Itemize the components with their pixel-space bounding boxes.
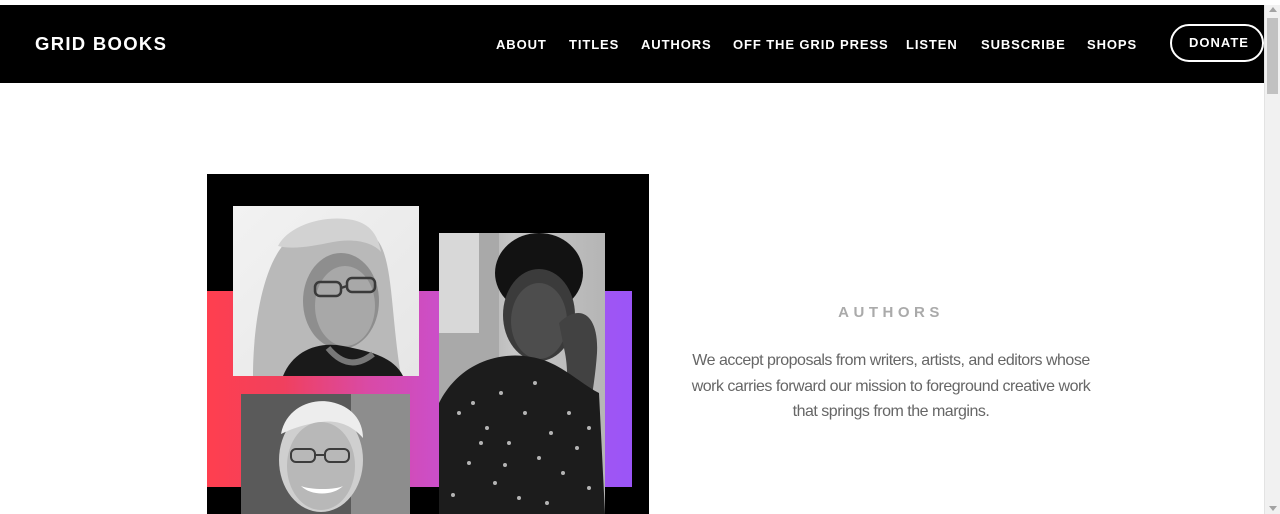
author-photo-2 — [439, 233, 605, 514]
section-heading: AUTHORS — [838, 304, 944, 321]
author-portrait-1-icon — [253, 218, 403, 376]
vertical-scrollbar[interactable] — [1264, 5, 1280, 514]
author-photo-1 — [233, 206, 419, 376]
authors-collage-image — [207, 174, 649, 514]
author-portrait-2-icon — [439, 233, 605, 514]
donate-button[interactable]: DONATE — [1170, 24, 1264, 62]
scroll-up-arrow-icon[interactable] — [1269, 7, 1277, 12]
author-portrait-3-icon — [241, 394, 410, 514]
section-description: We accept proposals from writers, artist… — [691, 352, 1091, 420]
nav-shops[interactable]: SHOPS — [1087, 37, 1137, 52]
author-photo-3 — [241, 394, 410, 514]
site-logo[interactable]: GRID BOOKS — [35, 33, 167, 55]
nav-listen[interactable]: LISTEN — [906, 37, 958, 52]
nav-subscribe[interactable]: SUBSCRIBE — [981, 37, 1066, 52]
scroll-thumb[interactable] — [1267, 18, 1278, 94]
scroll-down-arrow-icon[interactable] — [1269, 506, 1277, 511]
nav-titles[interactable]: TITLES — [569, 37, 619, 52]
nav-authors[interactable]: AUTHORS — [641, 37, 712, 52]
site-header: GRID BOOKS ABOUT TITLES AUTHORS OFF THE … — [0, 5, 1264, 83]
nav-about[interactable]: ABOUT — [496, 37, 547, 52]
nav-off-the-grid-press[interactable]: OFF THE GRID PRESS — [733, 37, 889, 52]
